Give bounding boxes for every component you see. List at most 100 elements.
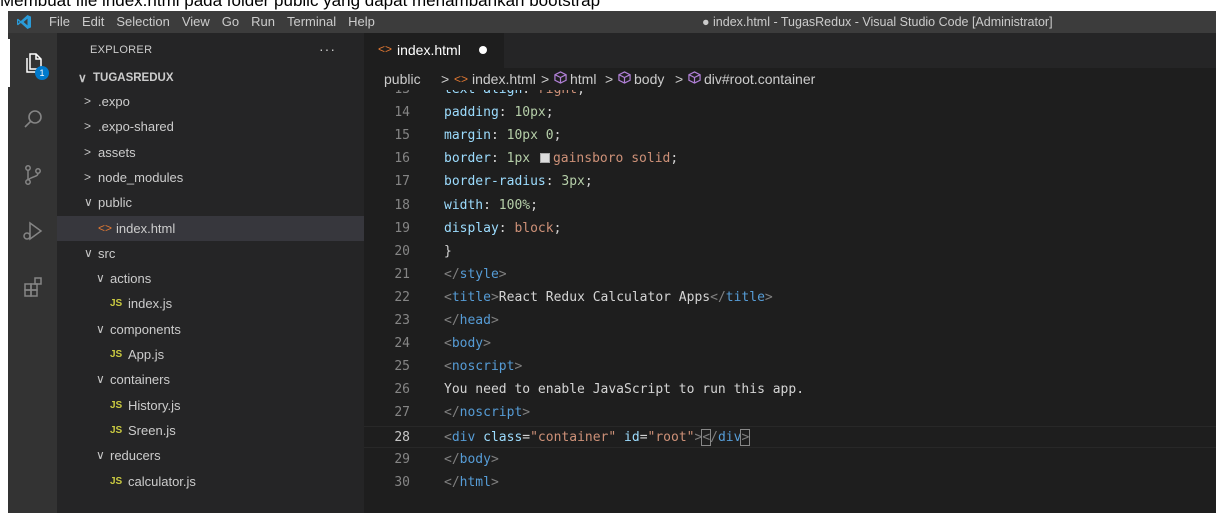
code-token: </ [444, 266, 460, 282]
search-activity-button[interactable] [8, 95, 57, 143]
run-debug-activity-button[interactable] [8, 207, 57, 255]
code-token: : [498, 220, 515, 236]
folder-item[interactable]: ∨ containers [57, 367, 364, 392]
folder-item[interactable]: > assets [57, 140, 364, 165]
line-number: 21 [394, 266, 410, 282]
code-token: > [490, 474, 499, 490]
vscode-window: File Edit Selection View Go Run Terminal Help ●… [8, 11, 1216, 513]
code-token: right [538, 90, 577, 97]
folder-item[interactable]: > .expo [57, 89, 364, 114]
file-item[interactable]: JS History.js [57, 393, 364, 418]
file-item[interactable]: JS index.js [57, 291, 364, 316]
extensions-icon [23, 277, 42, 297]
code-editor[interactable]: 13 text-align: right; 14 padding: 10px; 15 ma… [364, 90, 1216, 513]
html-file-icon: <> [378, 42, 393, 56]
file-item[interactable]: JS calculator.js [57, 469, 364, 494]
more-actions-icon[interactable]: ··· [319, 41, 336, 57]
file-item[interactable]: <> index.html [57, 215, 364, 241]
chevron-right-icon: > [84, 169, 92, 184]
code-token: } [444, 243, 452, 259]
code-line: 27 </noscript> [364, 402, 1216, 424]
breadcrumb-item-1[interactable]: index.html [472, 68, 536, 90]
tree-item-label: public [98, 195, 132, 211]
code-token: ; [553, 128, 562, 144]
code-token: > [490, 289, 499, 305]
code-text: </body> [444, 449, 499, 471]
code-token: ; [670, 151, 679, 167]
extensions-activity-button[interactable] [8, 263, 57, 311]
line-number: 23 [394, 313, 410, 328]
chevron-down-icon: ∨ [84, 245, 93, 260]
color-swatch-icon[interactable] [539, 153, 550, 164]
code-token: </ [444, 451, 460, 467]
line-number: 22 [394, 289, 410, 305]
element-symbol-icon [688, 68, 701, 84]
menu-help[interactable]: Help [342, 11, 381, 33]
folder-item[interactable]: ∨ reducers [57, 443, 364, 468]
code-token: border-radius [444, 174, 546, 190]
line-number: 20 [394, 243, 410, 259]
code-token: style [459, 266, 499, 282]
menu-run[interactable]: Run [245, 11, 281, 33]
file-item[interactable]: JS Sreen.js [57, 418, 364, 443]
line-number: 24 [394, 336, 410, 352]
code-token: : [483, 197, 499, 213]
code-text: </head> [444, 310, 499, 332]
folder-item[interactable]: > .expo-shared [57, 114, 364, 139]
explorer-activity-button[interactable]: 1 [8, 39, 57, 87]
folder-item[interactable]: ∨ public [57, 190, 364, 215]
menu-selection[interactable]: Selection [110, 11, 175, 33]
code-token: </ [710, 289, 726, 305]
menu-edit[interactable]: Edit [76, 11, 110, 33]
code-token: > [522, 405, 531, 421]
breadcrumb-item-4[interactable]: div#root.container [704, 68, 815, 90]
menu-bar: File Edit Selection View Go Run Terminal Help [43, 11, 381, 33]
code-line: 30 </html> [364, 472, 1216, 494]
code-token: text-align [444, 90, 522, 97]
js-file-icon: JS [110, 298, 123, 310]
code-token: width [444, 197, 484, 213]
folder-item[interactable]: ∨ components [57, 317, 364, 342]
code-token: < [444, 289, 452, 305]
tab-bar: <> index.html [364, 33, 1216, 68]
code-token: div [717, 429, 742, 445]
folder-item[interactable]: > node_modules [57, 165, 364, 190]
code-token: div [451, 429, 476, 445]
chevron-right-icon: > [84, 144, 92, 159]
line-number: 26 [394, 382, 410, 398]
js-file-icon: JS [110, 424, 123, 436]
code-line: 28 <div class="container" id="root"></div… [364, 425, 1216, 449]
code-line: 14 padding: 10px; [364, 102, 1216, 124]
menu-file[interactable]: File [43, 11, 76, 33]
line-number: 27 [394, 405, 410, 421]
folder-item[interactable]: ∨ actions [57, 266, 364, 291]
unsaved-dot-icon[interactable] [479, 46, 487, 54]
file-item[interactable]: JS App.js [57, 342, 364, 367]
element-symbol-icon [554, 68, 567, 84]
code-text: border-radius: 3px; [444, 171, 593, 193]
tree-item-label: src [98, 245, 116, 261]
code-token: 0 [545, 128, 554, 144]
code-token: </ [444, 474, 460, 490]
workspace-root-folder[interactable]: ∨ TUGASREDUX [57, 66, 364, 91]
source-control-activity-button[interactable] [8, 151, 57, 199]
code-line: 23 </head> [364, 310, 1216, 332]
menu-go[interactable]: Go [216, 11, 245, 33]
tab-index-html[interactable]: <> index.html [364, 33, 504, 68]
folder-item[interactable]: ∨ src [57, 241, 364, 266]
breadcrumb-item-2[interactable]: html [570, 68, 596, 90]
code-token: > [483, 336, 491, 352]
code-token: class [483, 429, 523, 445]
code-text: <div class="container" id="root"></div> [444, 427, 751, 449]
chevron-down-icon: ∨ [84, 195, 93, 210]
vscode-logo-icon [17, 15, 31, 29]
code-token: id [624, 429, 640, 445]
code-line: 18 width: 100%; [364, 195, 1216, 217]
menu-view[interactable]: View [176, 11, 216, 33]
menu-terminal[interactable]: Terminal [281, 11, 342, 33]
breadcrumb-item-0[interactable]: public [384, 68, 421, 90]
breadcrumb-item-3[interactable]: body [634, 68, 664, 90]
code-token: 10px [514, 105, 546, 121]
explorer-badge: 1 [35, 66, 49, 80]
